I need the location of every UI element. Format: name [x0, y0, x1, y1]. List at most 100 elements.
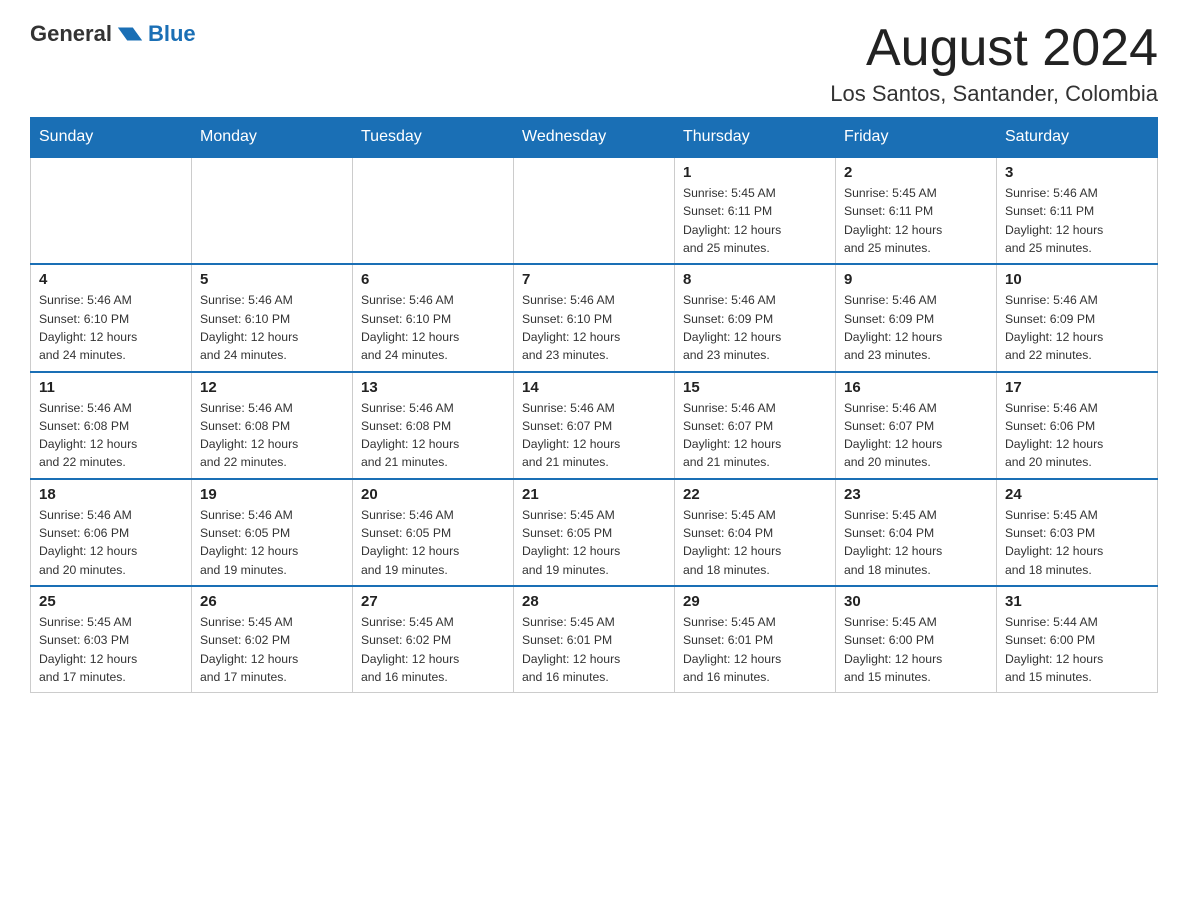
- column-header-monday: Monday: [192, 118, 353, 158]
- calendar-day-9: 9 Sunrise: 5:46 AMSunset: 6:09 PMDaylight…: [836, 264, 997, 371]
- day-info: Sunrise: 5:46 AMSunset: 6:11 PMDaylight:…: [1005, 186, 1103, 255]
- day-info: Sunrise: 5:46 AMSunset: 6:10 PMDaylight:…: [361, 293, 459, 362]
- day-info: Sunrise: 5:45 AMSunset: 6:03 PMDaylight:…: [1005, 508, 1103, 577]
- calendar-day-25: 25 Sunrise: 5:45 AMSunset: 6:03 PMDayligh…: [31, 586, 192, 693]
- day-info: Sunrise: 5:46 AMSunset: 6:08 PMDaylight:…: [39, 401, 137, 470]
- calendar-week-row: 4 Sunrise: 5:46 AMSunset: 6:10 PMDaylight…: [31, 264, 1158, 371]
- day-info: Sunrise: 5:46 AMSunset: 6:09 PMDaylight:…: [844, 293, 942, 362]
- day-number: 10: [1005, 271, 1149, 288]
- calendar-day-19: 19 Sunrise: 5:46 AMSunset: 6:05 PMDayligh…: [192, 479, 353, 586]
- day-number: 31: [1005, 593, 1149, 610]
- logo-icon: [116, 20, 144, 48]
- day-number: 29: [683, 593, 827, 610]
- day-info: Sunrise: 5:45 AMSunset: 6:01 PMDaylight:…: [522, 615, 620, 684]
- calendar-day-21: 21Sunrise: 5:45 AMSunset: 6:05 PMDayligh…: [514, 479, 675, 586]
- day-number: 27: [361, 593, 505, 610]
- day-number: 8: [683, 271, 827, 288]
- day-number: 12: [200, 379, 344, 396]
- day-info: Sunrise: 5:46 AMSunset: 6:07 PMDaylight:…: [683, 401, 781, 470]
- day-info: Sunrise: 5:46 AMSunset: 6:07 PMDaylight:…: [522, 401, 620, 470]
- day-number: 1: [683, 164, 827, 181]
- day-info: Sunrise: 5:45 AMSunset: 6:11 PMDaylight:…: [683, 186, 781, 255]
- page-header: General Blue August 2024 Los Santos, San…: [30, 20, 1158, 107]
- day-number: 6: [361, 271, 505, 288]
- day-number: 19: [200, 486, 344, 503]
- logo-text-blue: Blue: [148, 21, 196, 47]
- calendar-empty-cell: [514, 157, 675, 264]
- calendar-day-14: 14Sunrise: 5:46 AMSunset: 6:07 PMDayligh…: [514, 372, 675, 479]
- day-number: 15: [683, 379, 827, 396]
- day-info: Sunrise: 5:45 AMSunset: 6:04 PMDaylight:…: [683, 508, 781, 577]
- calendar-day-13: 13Sunrise: 5:46 AMSunset: 6:08 PMDayligh…: [353, 372, 514, 479]
- calendar-day-1: 1 Sunrise: 5:45 AMSunset: 6:11 PMDaylight…: [675, 157, 836, 264]
- day-info: Sunrise: 5:46 AMSunset: 6:10 PMDaylight:…: [200, 293, 298, 362]
- day-number: 30: [844, 593, 988, 610]
- day-info: Sunrise: 5:45 AMSunset: 6:02 PMDaylight:…: [200, 615, 298, 684]
- calendar-empty-cell: [192, 157, 353, 264]
- day-number: 4: [39, 271, 183, 288]
- calendar-day-18: 18 Sunrise: 5:46 AMSunset: 6:06 PMDayligh…: [31, 479, 192, 586]
- calendar-table: SundayMondayTuesdayWednesdayThursdayFrid…: [30, 117, 1158, 693]
- calendar-empty-cell: [353, 157, 514, 264]
- calendar-day-22: 22 Sunrise: 5:45 AMSunset: 6:04 PMDayligh…: [675, 479, 836, 586]
- calendar-week-row: 18 Sunrise: 5:46 AMSunset: 6:06 PMDayligh…: [31, 479, 1158, 586]
- day-info: Sunrise: 5:45 AMSunset: 6:02 PMDaylight:…: [361, 615, 459, 684]
- day-info: Sunrise: 5:45 AMSunset: 6:05 PMDaylight:…: [522, 508, 620, 577]
- day-number: 2: [844, 164, 988, 181]
- day-number: 22: [683, 486, 827, 503]
- day-info: Sunrise: 5:46 AMSunset: 6:05 PMDaylight:…: [361, 508, 459, 577]
- calendar-week-row: 1 Sunrise: 5:45 AMSunset: 6:11 PMDaylight…: [31, 157, 1158, 264]
- day-number: 7: [522, 271, 666, 288]
- day-number: 17: [1005, 379, 1149, 396]
- calendar-day-7: 7Sunrise: 5:46 AMSunset: 6:10 PMDaylight…: [514, 264, 675, 371]
- calendar-week-row: 25 Sunrise: 5:45 AMSunset: 6:03 PMDayligh…: [31, 586, 1158, 693]
- calendar-day-27: 27 Sunrise: 5:45 AMSunset: 6:02 PMDayligh…: [353, 586, 514, 693]
- day-info: Sunrise: 5:45 AMSunset: 6:03 PMDaylight:…: [39, 615, 137, 684]
- day-info: Sunrise: 5:46 AMSunset: 6:06 PMDaylight:…: [39, 508, 137, 577]
- day-number: 11: [39, 379, 183, 396]
- calendar-day-11: 11 Sunrise: 5:46 AMSunset: 6:08 PMDayligh…: [31, 372, 192, 479]
- day-info: Sunrise: 5:46 AMSunset: 6:06 PMDaylight:…: [1005, 401, 1103, 470]
- calendar-day-23: 23Sunrise: 5:45 AMSunset: 6:04 PMDayligh…: [836, 479, 997, 586]
- calendar-day-28: 28 Sunrise: 5:45 AMSunset: 6:01 PMDayligh…: [514, 586, 675, 693]
- calendar-day-10: 10Sunrise: 5:46 AMSunset: 6:09 PMDayligh…: [997, 264, 1158, 371]
- day-number: 24: [1005, 486, 1149, 503]
- calendar-day-24: 24 Sunrise: 5:45 AMSunset: 6:03 PMDayligh…: [997, 479, 1158, 586]
- column-header-sunday: Sunday: [31, 118, 192, 158]
- calendar-day-2: 2 Sunrise: 5:45 AMSunset: 6:11 PMDaylight…: [836, 157, 997, 264]
- day-number: 25: [39, 593, 183, 610]
- calendar-day-5: 5Sunrise: 5:46 AMSunset: 6:10 PMDaylight…: [192, 264, 353, 371]
- day-info: Sunrise: 5:46 AMSunset: 6:05 PMDaylight:…: [200, 508, 298, 577]
- day-info: Sunrise: 5:46 AMSunset: 6:10 PMDaylight:…: [39, 293, 137, 362]
- day-number: 20: [361, 486, 505, 503]
- calendar-day-4: 4 Sunrise: 5:46 AMSunset: 6:10 PMDaylight…: [31, 264, 192, 371]
- day-number: 18: [39, 486, 183, 503]
- day-info: Sunrise: 5:45 AMSunset: 6:11 PMDaylight:…: [844, 186, 942, 255]
- calendar-day-12: 12 Sunrise: 5:46 AMSunset: 6:08 PMDayligh…: [192, 372, 353, 479]
- calendar-day-3: 3Sunrise: 5:46 AMSunset: 6:11 PMDaylight…: [997, 157, 1158, 264]
- column-header-wednesday: Wednesday: [514, 118, 675, 158]
- day-info: Sunrise: 5:46 AMSunset: 6:08 PMDaylight:…: [200, 401, 298, 470]
- day-info: Sunrise: 5:45 AMSunset: 6:04 PMDaylight:…: [844, 508, 942, 577]
- calendar-day-17: 17 Sunrise: 5:46 AMSunset: 6:06 PMDayligh…: [997, 372, 1158, 479]
- column-header-friday: Friday: [836, 118, 997, 158]
- day-info: Sunrise: 5:44 AMSunset: 6:00 PMDaylight:…: [1005, 615, 1103, 684]
- month-title: August 2024: [830, 20, 1158, 77]
- day-number: 13: [361, 379, 505, 396]
- day-info: Sunrise: 5:46 AMSunset: 6:09 PMDaylight:…: [683, 293, 781, 362]
- calendar-day-16: 16Sunrise: 5:46 AMSunset: 6:07 PMDayligh…: [836, 372, 997, 479]
- location: Los Santos, Santander, Colombia: [830, 81, 1158, 107]
- day-number: 26: [200, 593, 344, 610]
- day-info: Sunrise: 5:46 AMSunset: 6:07 PMDaylight:…: [844, 401, 942, 470]
- day-info: Sunrise: 5:45 AMSunset: 6:01 PMDaylight:…: [683, 615, 781, 684]
- day-info: Sunrise: 5:45 AMSunset: 6:00 PMDaylight:…: [844, 615, 942, 684]
- day-number: 28: [522, 593, 666, 610]
- calendar-empty-cell: [31, 157, 192, 264]
- column-header-thursday: Thursday: [675, 118, 836, 158]
- calendar-day-30: 30 Sunrise: 5:45 AMSunset: 6:00 PMDayligh…: [836, 586, 997, 693]
- day-number: 9: [844, 271, 988, 288]
- logo: General Blue: [30, 20, 196, 48]
- calendar-week-row: 11 Sunrise: 5:46 AMSunset: 6:08 PMDayligh…: [31, 372, 1158, 479]
- calendar-day-31: 31 Sunrise: 5:44 AMSunset: 6:00 PMDayligh…: [997, 586, 1158, 693]
- calendar-day-20: 20 Sunrise: 5:46 AMSunset: 6:05 PMDayligh…: [353, 479, 514, 586]
